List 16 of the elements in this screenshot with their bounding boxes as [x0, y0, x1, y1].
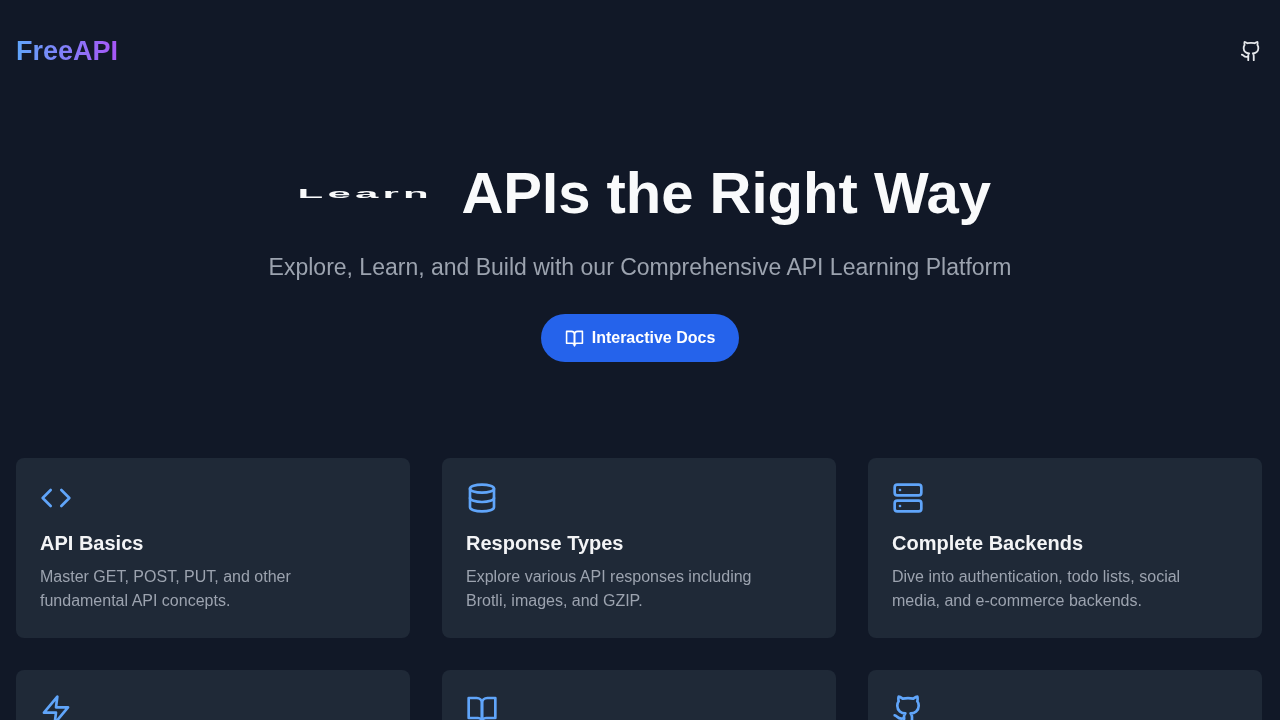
hero-title: APIs the Right Way: [461, 159, 991, 227]
hero-subtitle: Explore, Learn, and Build with our Comprehensive API Learning Platform: [268, 254, 1012, 281]
open-book-icon: [564, 328, 584, 348]
card-description: Explore various API responses including Brotli, images, and GZIP.: [466, 567, 753, 611]
title-lead-word: Learn: [297, 188, 433, 198]
open-book-icon: [466, 694, 498, 720]
card-title: API Basics: [40, 532, 145, 555]
github-icon[interactable]: [1240, 40, 1262, 62]
interactive-docs-button[interactable]: Interactive Docs: [540, 314, 740, 362]
card-description: Master GET, POST, PUT, and other fundamental API concepts.: [40, 567, 292, 611]
card-description: Dive into authentication, todo lists, social media, and e-commerce backends.: [892, 567, 1182, 611]
server-icon: [892, 482, 924, 514]
database-icon: [466, 482, 498, 514]
lightning-icon: [40, 694, 72, 720]
card-title: Complete Backends: [892, 532, 1085, 555]
card-title: Response Types: [466, 532, 625, 555]
